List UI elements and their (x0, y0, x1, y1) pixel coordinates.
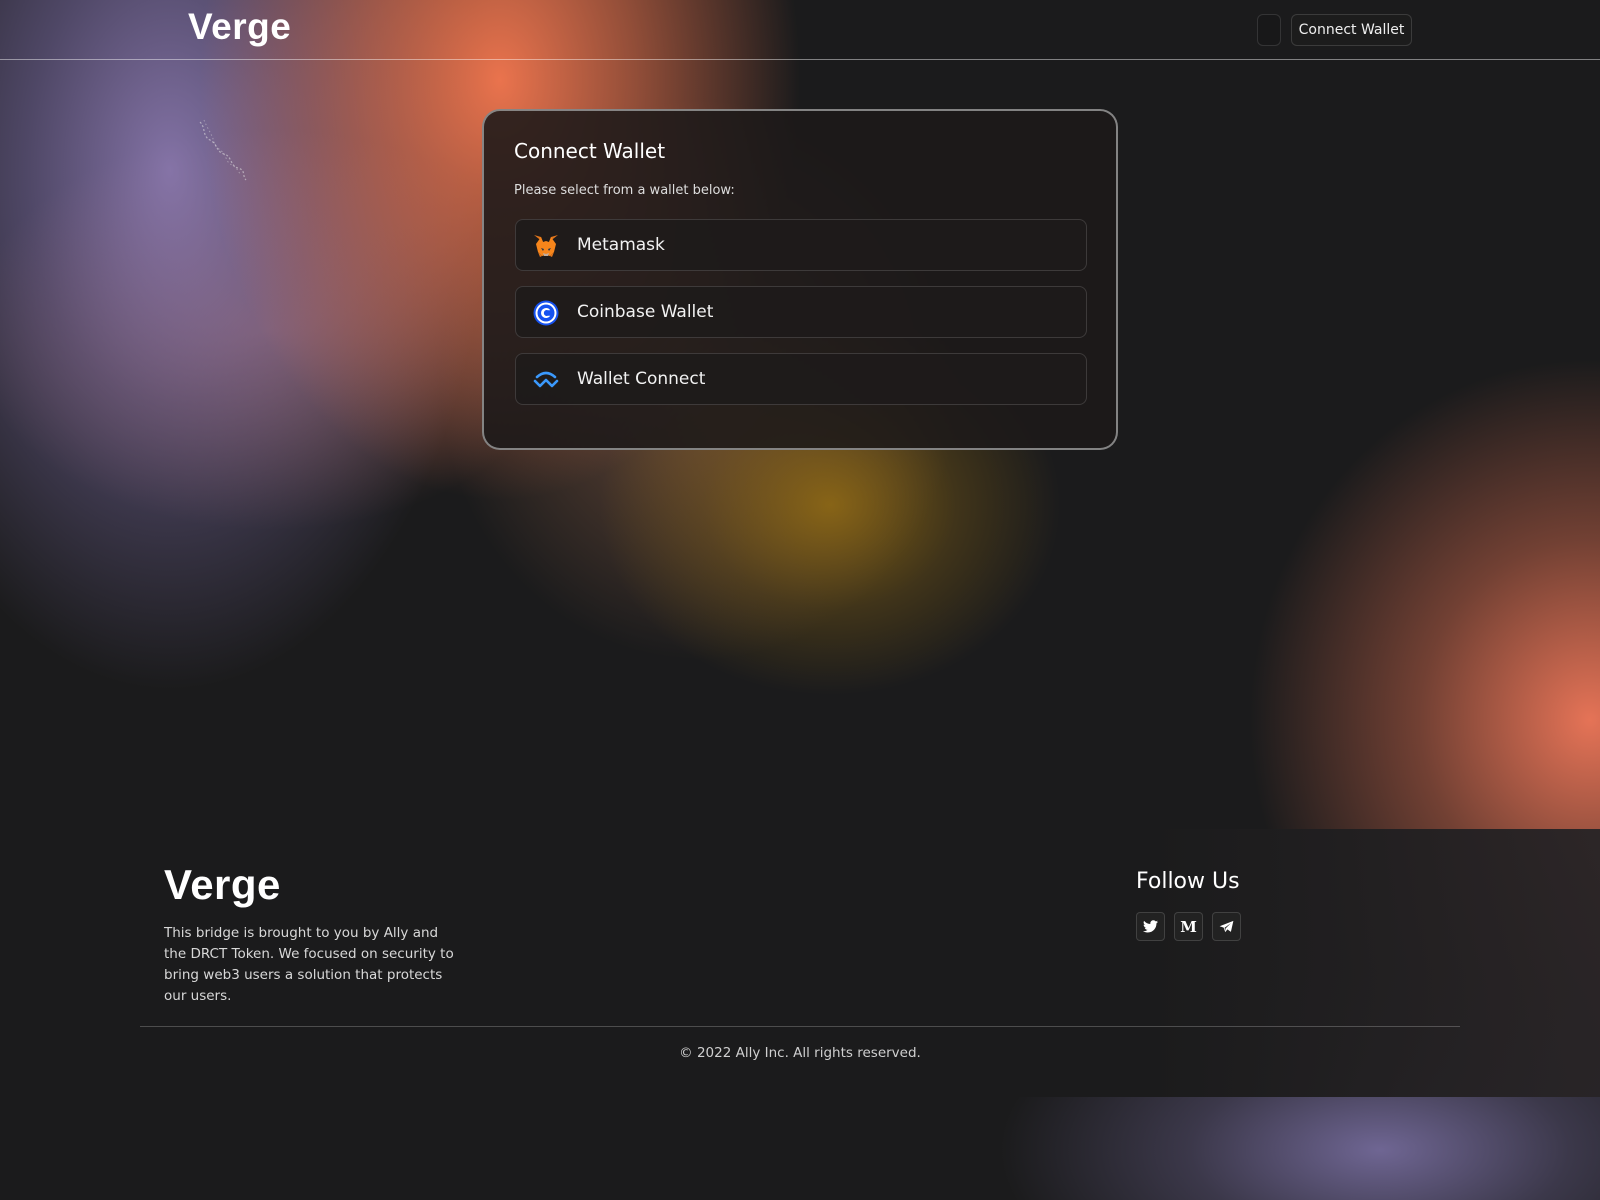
wallet-option-metamask[interactable]: Metamask (515, 219, 1087, 271)
connect-wallet-modal: Connect Wallet Please select from a wall… (482, 109, 1118, 450)
walletconnect-icon (533, 371, 559, 388)
wallet-option-label: Metamask (577, 235, 665, 255)
footer-logo[interactable]: Verge (164, 861, 281, 909)
twitter-link[interactable] (1136, 912, 1165, 941)
telegram-link[interactable] (1212, 912, 1241, 941)
header-logo[interactable]: Verge (188, 6, 291, 48)
telegram-icon (1219, 920, 1234, 933)
medium-icon: M (1180, 917, 1197, 936)
wallet-option-label: Coinbase Wallet (577, 302, 714, 322)
decorative-squiggle (199, 119, 247, 181)
header-connect-wallet-button[interactable]: Connect Wallet (1291, 14, 1412, 46)
modal-title: Connect Wallet (514, 139, 666, 163)
modal-subtitle: Please select from a wallet below: (514, 183, 735, 198)
footer-divider (140, 1026, 1460, 1027)
twitter-icon (1143, 920, 1158, 933)
copyright-text: © 2022 Ally Inc. All rights reserved. (679, 1045, 921, 1061)
top-navbar: Verge Connect Wallet (0, 0, 1600, 60)
medium-link[interactable]: M (1174, 912, 1203, 941)
follow-us-title: Follow Us (1136, 869, 1240, 894)
wallet-option-coinbase[interactable]: Coinbase Wallet (515, 286, 1087, 338)
footer: Verge This bridge is brought to you by A… (0, 829, 1600, 1097)
coinbase-icon (533, 300, 559, 326)
metamask-fox-icon (534, 235, 558, 257)
wallet-option-walletconnect[interactable]: Wallet Connect (515, 353, 1087, 405)
wallet-option-label: Wallet Connect (577, 369, 706, 389)
theme-toggle-button[interactable] (1257, 14, 1281, 46)
footer-description: This bridge is brought to you by Ally an… (164, 925, 454, 1004)
